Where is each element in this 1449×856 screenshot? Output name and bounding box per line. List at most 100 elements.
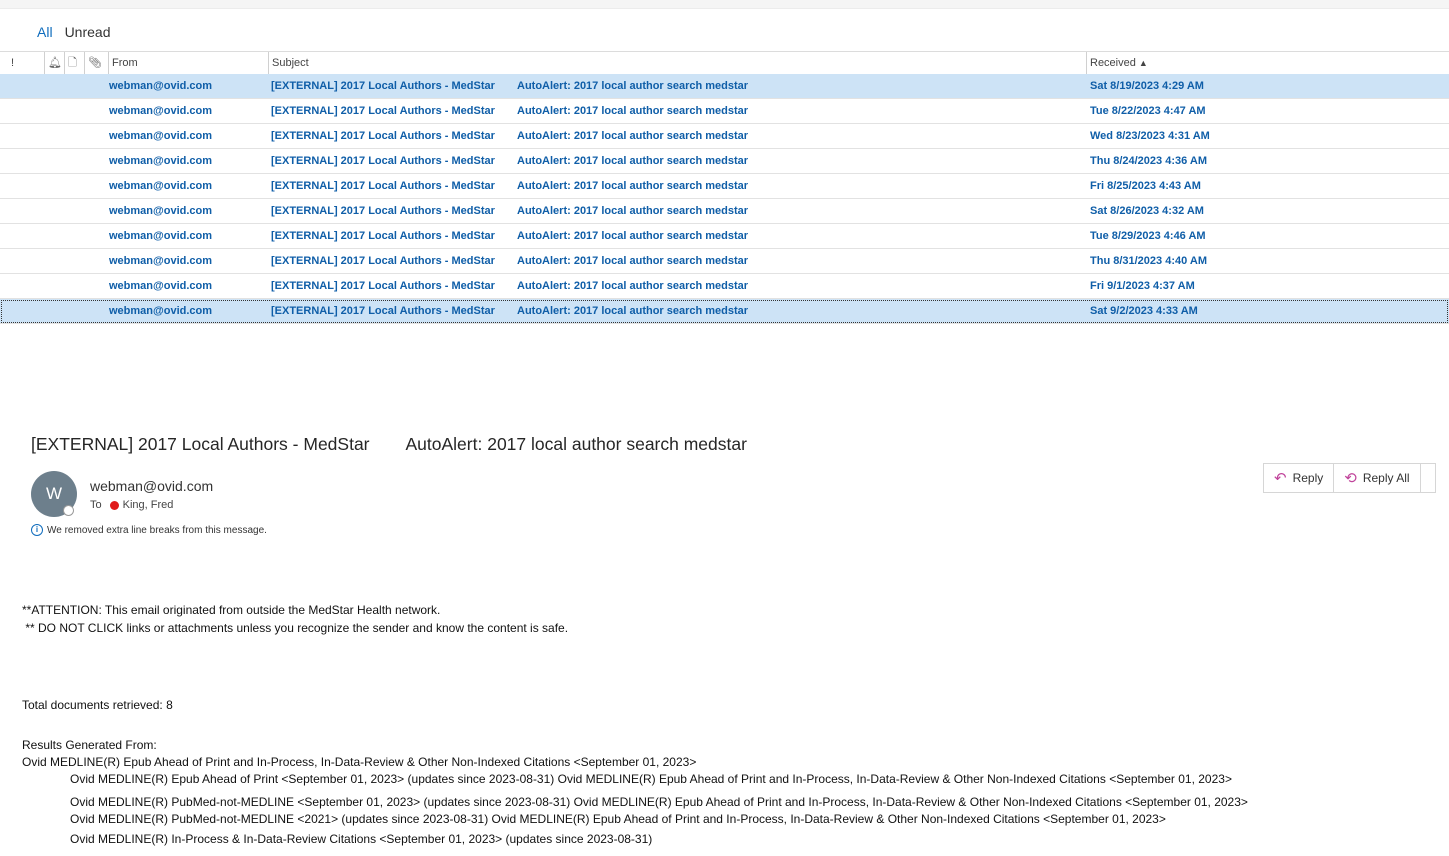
- message-preview: AutoAlert: 2017 local author search meds…: [517, 105, 749, 117]
- paperclip-icon: 📎︎: [88, 57, 102, 69]
- message-from: webman@ovid.com: [109, 280, 213, 292]
- reply-all-button[interactable]: ⟲ Reply All: [1334, 464, 1421, 492]
- message-row[interactable]: webman@ovid.com [EXTERNAL] 2017 Local Au…: [0, 224, 1449, 249]
- message-row[interactable]: webman@ovid.com [EXTERNAL] 2017 Local Au…: [0, 199, 1449, 224]
- filter-tabs: All Unread: [37, 24, 110, 46]
- message-from: webman@ovid.com: [109, 80, 213, 92]
- source-line: Ovid MEDLINE(R) PubMed-not-MEDLINE <2021…: [70, 812, 1166, 826]
- message-preview: AutoAlert: 2017 local author search meds…: [517, 280, 749, 292]
- tab-all[interactable]: All: [37, 24, 53, 46]
- message-subject: [EXTERNAL] 2017 Local Authors - MedStar: [271, 105, 495, 117]
- message-received: Thu 8/24/2023 4:36 AM: [1090, 155, 1207, 167]
- message-received: Fri 9/1/2023 4:37 AM: [1090, 280, 1195, 292]
- attention-line-2: ** DO NOT CLICK links or attachments unl…: [22, 621, 569, 635]
- top-strip: [0, 0, 1449, 9]
- message-from: webman@ovid.com: [109, 255, 213, 267]
- message-subject: [EXTERNAL] 2017 Local Authors - MedStar: [271, 255, 495, 267]
- message-row[interactable]: webman@ovid.com [EXTERNAL] 2017 Local Au…: [0, 249, 1449, 274]
- message-preview: AutoAlert: 2017 local author search meds…: [517, 155, 749, 167]
- document-icon: 🗋: [68, 57, 77, 69]
- to-label: To: [90, 499, 102, 511]
- attachment-column-header[interactable]: 📎︎: [84, 52, 108, 74]
- reading-pane-subject-suffix: AutoAlert: 2017 local author search meds…: [405, 434, 747, 454]
- recipient-name[interactable]: King, Fred: [123, 499, 174, 511]
- importance-label: !: [11, 57, 15, 69]
- importance-column-header[interactable]: !: [8, 52, 44, 74]
- bell-icon: 🔔︎: [48, 57, 62, 69]
- message-row[interactable]: webman@ovid.com [EXTERNAL] 2017 Local Au…: [0, 274, 1449, 299]
- info-icon: i: [31, 524, 43, 536]
- message-from: webman@ovid.com: [109, 205, 213, 217]
- message-row[interactable]: webman@ovid.com [EXTERNAL] 2017 Local Au…: [0, 149, 1449, 174]
- reading-pane-subject-main: [EXTERNAL] 2017 Local Authors - MedStar: [31, 434, 370, 454]
- message-preview: AutoAlert: 2017 local author search meds…: [517, 305, 749, 317]
- message-preview: AutoAlert: 2017 local author search meds…: [517, 180, 749, 192]
- presence-status-icon: [63, 505, 74, 516]
- reply-label: Reply: [1292, 471, 1324, 485]
- message-from: webman@ovid.com: [109, 130, 213, 142]
- from-header-label: From: [112, 57, 138, 69]
- message-from: webman@ovid.com: [109, 305, 213, 317]
- attention-line-1: **ATTENTION: This email originated from …: [22, 603, 441, 617]
- message-from: webman@ovid.com: [109, 155, 213, 167]
- subject-column-header[interactable]: Subject: [268, 52, 1086, 74]
- message-preview: AutoAlert: 2017 local author search meds…: [517, 130, 749, 142]
- message-received: Thu 8/31/2023 4:40 AM: [1090, 255, 1207, 267]
- reminder-column-header[interactable]: 🔔︎: [44, 52, 64, 74]
- subject-header-label: Subject: [272, 57, 309, 69]
- message-subject: [EXTERNAL] 2017 Local Authors - MedStar: [271, 180, 495, 192]
- message-from: webman@ovid.com: [109, 230, 213, 242]
- received-column-header[interactable]: Received ▲: [1086, 52, 1449, 74]
- message-received: Tue 8/29/2023 4:46 AM: [1090, 230, 1206, 242]
- results-heading: Results Generated From:: [22, 738, 157, 752]
- message-preview: AutoAlert: 2017 local author search meds…: [517, 255, 749, 267]
- source-line: Ovid MEDLINE(R) In-Process & In-Data-Rev…: [70, 832, 653, 846]
- source-line: Ovid MEDLINE(R) Epub Ahead of Print <Sep…: [70, 772, 1232, 786]
- message-received: Tue 8/22/2023 4:47 AM: [1090, 105, 1206, 117]
- recipient-line: To King, Fred: [90, 499, 173, 511]
- message-preview: AutoAlert: 2017 local author search meds…: [517, 80, 749, 92]
- message-from: webman@ovid.com: [109, 180, 213, 192]
- info-bar: i We removed extra line breaks from this…: [31, 524, 267, 536]
- message-preview: AutoAlert: 2017 local author search meds…: [517, 230, 749, 242]
- source-main: Ovid MEDLINE(R) Epub Ahead of Print and …: [22, 755, 697, 769]
- reply-button[interactable]: ↶ Reply: [1264, 464, 1335, 492]
- message-list: webman@ovid.com [EXTERNAL] 2017 Local Au…: [0, 74, 1449, 324]
- message-subject: [EXTERNAL] 2017 Local Authors - MedStar: [271, 155, 495, 167]
- message-subject: [EXTERNAL] 2017 Local Authors - MedStar: [271, 130, 495, 142]
- from-column-header[interactable]: From: [108, 52, 268, 74]
- message-received: Sat 9/2/2023 4:33 AM: [1090, 305, 1198, 317]
- message-row[interactable]: webman@ovid.com [EXTERNAL] 2017 Local Au…: [0, 99, 1449, 124]
- message-from: webman@ovid.com: [109, 105, 213, 117]
- message-row[interactable]: webman@ovid.com [EXTERNAL] 2017 Local Au…: [0, 299, 1449, 324]
- item-type-column-header[interactable]: 🗋: [64, 52, 84, 74]
- message-row[interactable]: webman@ovid.com [EXTERNAL] 2017 Local Au…: [0, 174, 1449, 199]
- message-received: Fri 8/25/2023 4:43 AM: [1090, 180, 1201, 192]
- total-documents: Total documents retrieved: 8: [22, 698, 173, 712]
- reading-pane-subject: [EXTERNAL] 2017 Local Authors - MedStar A…: [31, 434, 747, 455]
- message-row[interactable]: webman@ovid.com [EXTERNAL] 2017 Local Au…: [0, 124, 1449, 149]
- info-message[interactable]: We removed extra line breaks from this m…: [47, 525, 267, 536]
- sender-address[interactable]: webman@ovid.com: [90, 478, 213, 494]
- message-received: Wed 8/23/2023 4:31 AM: [1090, 130, 1210, 142]
- sort-ascending-icon: ▲: [1138, 58, 1148, 68]
- message-subject: [EXTERNAL] 2017 Local Authors - MedStar: [271, 305, 495, 317]
- received-header-label: Received: [1090, 57, 1136, 69]
- message-subject: [EXTERNAL] 2017 Local Authors - MedStar: [271, 230, 495, 242]
- message-subject: [EXTERNAL] 2017 Local Authors - MedStar: [271, 80, 495, 92]
- message-row[interactable]: webman@ovid.com [EXTERNAL] 2017 Local Au…: [0, 74, 1449, 99]
- message-received: Sat 8/19/2023 4:29 AM: [1090, 80, 1204, 92]
- reply-all-label: Reply All: [1362, 471, 1410, 485]
- message-preview: AutoAlert: 2017 local author search meds…: [517, 205, 749, 217]
- column-header: ! 🔔︎ 🗋 📎︎ From Subject Received ▲: [0, 51, 1449, 75]
- tab-unread[interactable]: Unread: [65, 24, 111, 46]
- busy-presence-icon: [109, 500, 119, 510]
- source-line: Ovid MEDLINE(R) PubMed-not-MEDLINE <Sept…: [70, 795, 1248, 809]
- more-actions-button[interactable]: [1421, 464, 1436, 492]
- message-subject: [EXTERNAL] 2017 Local Authors - MedStar: [271, 280, 495, 292]
- reply-actions: ↶ Reply ⟲ Reply All: [1263, 463, 1436, 493]
- message-received: Sat 8/26/2023 4:32 AM: [1090, 205, 1204, 217]
- message-subject: [EXTERNAL] 2017 Local Authors - MedStar: [271, 205, 495, 217]
- reply-all-icon: ⟲: [1344, 470, 1357, 487]
- reply-icon: ↶: [1274, 470, 1287, 487]
